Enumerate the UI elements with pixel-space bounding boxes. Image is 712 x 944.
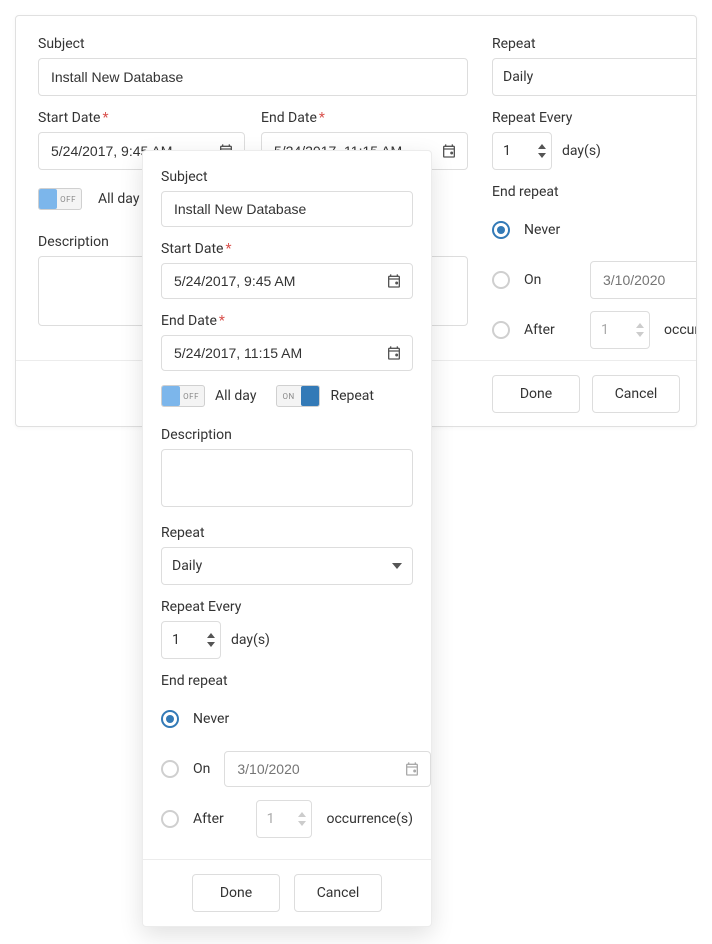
end-date-field[interactable] [172, 344, 402, 362]
end-repeat-never-radio[interactable] [161, 710, 179, 728]
repeat-every-value: 1 [503, 143, 533, 159]
end-repeat-after-unit: occurrence(s) [664, 322, 696, 338]
subject-input[interactable] [38, 58, 468, 96]
appointment-form-compact-footer: Done Cancel [143, 859, 431, 926]
end-repeat-on-radio[interactable] [161, 760, 179, 778]
all-day-label: All day [215, 388, 256, 404]
all-day-toggle[interactable]: OFF [38, 188, 82, 210]
subject-field[interactable] [172, 200, 402, 218]
end-repeat-never-label: Never [193, 711, 245, 727]
start-date-label: Start Date* [161, 241, 413, 257]
end-repeat-after-radio[interactable] [161, 810, 179, 828]
description-field[interactable] [161, 449, 413, 507]
calendar-icon[interactable] [386, 345, 402, 361]
repeat-toggle[interactable]: ON [276, 385, 320, 407]
end-repeat-on-date[interactable] [590, 261, 696, 299]
end-repeat-after-value: 1 [267, 811, 294, 827]
done-button[interactable]: Done [192, 874, 280, 912]
repeat-value: Daily [503, 69, 533, 85]
end-repeat-never-label: Never [524, 222, 576, 238]
repeat-every-unit: day(s) [562, 143, 601, 159]
end-repeat-after-value: 1 [601, 322, 631, 338]
appointment-form-compact-body: Subject Start Date* End Date* O [143, 151, 431, 859]
end-date-input[interactable] [161, 335, 413, 371]
calendar-icon[interactable] [386, 273, 402, 289]
end-repeat-label: End repeat [492, 184, 696, 200]
repeat-every-stepper[interactable]: 1 [492, 132, 552, 170]
end-repeat-on-date[interactable] [224, 751, 431, 787]
end-repeat-label: End repeat [161, 673, 413, 689]
end-date-label: End Date* [261, 110, 468, 126]
description-label: Description [161, 427, 413, 443]
end-repeat-on-field[interactable] [235, 760, 420, 778]
stepper-down-icon[interactable] [636, 332, 644, 337]
end-repeat-after-label: After [524, 322, 576, 338]
stepper-up-icon[interactable] [207, 633, 215, 638]
all-day-label: All day [98, 191, 139, 207]
repeat-label: Repeat [161, 525, 413, 541]
end-repeat-on-label: On [524, 272, 576, 288]
toggle-on-text: ON [282, 392, 294, 401]
start-date-field[interactable] [172, 272, 402, 290]
stepper-down-icon[interactable] [538, 153, 546, 158]
end-repeat-on-field[interactable] [601, 271, 696, 289]
repeat-every-unit: day(s) [231, 632, 270, 648]
toggle-knob [162, 386, 180, 406]
repeat-every-label: Repeat Every [492, 110, 696, 126]
right-column: Repeat Daily Repeat Every 1 d [492, 36, 696, 340]
repeat-select[interactable]: Daily [492, 58, 696, 96]
chevron-down-icon [392, 563, 402, 569]
stepper-up-icon[interactable] [538, 144, 546, 149]
repeat-every-value: 1 [172, 632, 202, 648]
end-repeat-after-unit: occurrence(s) [326, 811, 413, 827]
toggle-off-text: OFF [60, 195, 76, 204]
stepper-down-icon[interactable] [207, 642, 215, 647]
stepper-up-icon[interactable] [298, 812, 306, 817]
start-date-label: Start Date* [38, 110, 245, 126]
toggle-off-text: OFF [183, 392, 199, 401]
all-day-toggle[interactable]: OFF [161, 385, 205, 407]
start-date-input[interactable] [161, 263, 413, 299]
subject-input[interactable] [161, 191, 413, 227]
end-date-label: End Date* [161, 313, 413, 329]
end-repeat-never-radio[interactable] [492, 221, 510, 239]
repeat-every-label: Repeat Every [161, 599, 413, 615]
subject-field[interactable] [49, 68, 457, 86]
repeat-select[interactable]: Daily [161, 547, 413, 585]
done-button[interactable]: Done [492, 375, 580, 413]
repeat-value: Daily [172, 558, 202, 574]
subject-label: Subject [38, 36, 468, 52]
toggle-knob [39, 189, 57, 209]
cancel-button[interactable]: Cancel [592, 375, 680, 413]
toggle-knob [301, 386, 319, 406]
cancel-button[interactable]: Cancel [294, 874, 382, 912]
calendar-icon[interactable] [404, 761, 420, 777]
appointment-form-compact: Subject Start Date* End Date* O [142, 150, 432, 927]
subject-label: Subject [161, 169, 413, 185]
calendar-icon[interactable] [441, 143, 457, 159]
stepper-down-icon[interactable] [298, 821, 306, 826]
end-repeat-on-label: On [193, 761, 210, 777]
repeat-label: Repeat [492, 36, 696, 52]
repeat-every-stepper[interactable]: 1 [161, 621, 221, 659]
end-repeat-after-radio[interactable] [492, 321, 510, 339]
end-repeat-after-stepper[interactable]: 1 [256, 800, 313, 838]
end-repeat-after-label: After [193, 811, 242, 827]
end-repeat-on-radio[interactable] [492, 271, 510, 289]
end-repeat-after-stepper[interactable]: 1 [590, 311, 650, 349]
repeat-toggle-label: Repeat [330, 388, 374, 404]
stepper-up-icon[interactable] [636, 323, 644, 328]
